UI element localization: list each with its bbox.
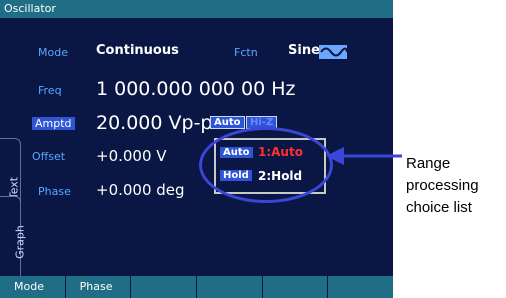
annotation-line-2: processing (406, 177, 479, 194)
menu-key-4[interactable] (197, 276, 263, 298)
view-tabs: Text Graph (0, 26, 26, 288)
offset-label: Offset (32, 150, 66, 163)
freq-value[interactable]: 1 000.000 000 00 Hz (96, 78, 296, 100)
callout-arrow-icon (326, 147, 402, 165)
phase-label: Phase (38, 185, 71, 198)
tab-graph[interactable]: Graph (0, 196, 26, 288)
mode-value[interactable]: Continuous (96, 43, 179, 58)
menu-key-3[interactable] (131, 276, 198, 298)
range-auto-button[interactable]: Auto (210, 116, 245, 129)
menu-key-mode[interactable]: Mode (0, 276, 66, 298)
amptd-value[interactable]: 20.000 Vp-p (96, 112, 213, 134)
callout-ellipse (199, 127, 333, 203)
fctn-label: Fctn (234, 46, 258, 59)
freq-label: Freq (38, 84, 62, 97)
menu-key-5[interactable] (263, 276, 329, 298)
annotation-line-3: choice list (406, 199, 472, 216)
menu-key-phase[interactable]: Phase (66, 276, 132, 298)
fctn-value[interactable]: Sine (288, 43, 320, 58)
phase-value[interactable]: +0.000 deg (96, 181, 185, 199)
mode-label: Mode (38, 46, 68, 59)
menu-key-6[interactable] (328, 276, 393, 298)
annotation-line-1: Range (406, 155, 451, 172)
tab-graph-label: Graph (13, 225, 27, 259)
window-title: Oscillator (0, 0, 393, 18)
callout-annotation: Range processing choice list (406, 153, 479, 219)
offset-value[interactable]: +0.000 V (96, 147, 167, 165)
amptd-label-selected[interactable]: Amptd (32, 117, 75, 130)
soft-key-menu: Mode Phase (0, 276, 393, 298)
sine-wave-icon[interactable] (319, 44, 348, 63)
